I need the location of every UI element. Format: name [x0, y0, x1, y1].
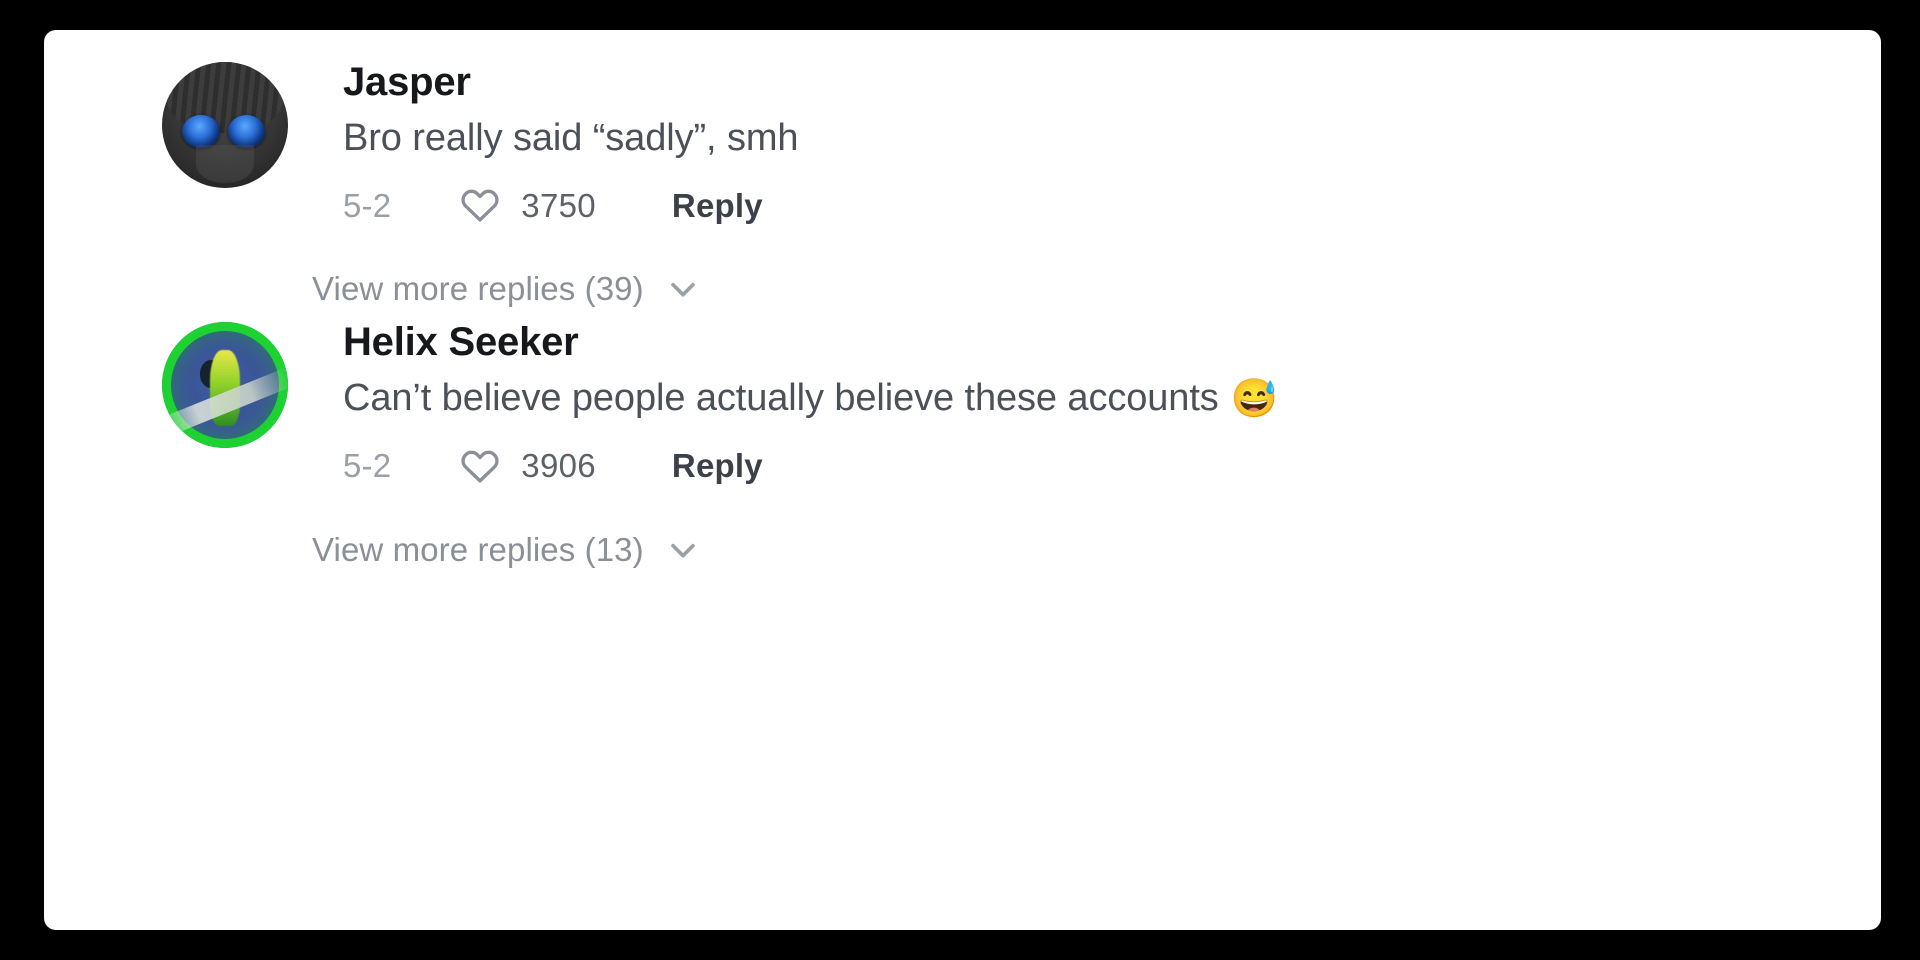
like-count: 3750	[521, 186, 596, 224]
reply-button[interactable]: Reply	[672, 449, 763, 482]
comment-username[interactable]: Jasper	[343, 58, 1881, 107]
like-button[interactable]: 3906	[459, 445, 596, 487]
comment-list-panel: Jasper Bro really said “sadly”, smh 5-2 …	[44, 30, 1881, 930]
like-count: 3906	[521, 447, 596, 485]
view-more-replies-button[interactable]: View more replies (13)	[44, 531, 1881, 569]
comment-date: 5-2	[343, 186, 392, 224]
chevron-down-icon	[666, 533, 700, 567]
avatar[interactable]	[162, 62, 288, 188]
view-more-replies-button[interactable]: View more replies (39)	[44, 270, 1881, 308]
comment-meta-row: 5-2 3750 Reply	[343, 184, 1881, 226]
view-more-replies-label: View more replies (39)	[312, 270, 644, 308]
comment-username[interactable]: Helix Seeker	[343, 318, 1881, 367]
avatar-art-eye-left	[182, 114, 220, 148]
view-more-replies-label: View more replies (13)	[312, 530, 644, 568]
heart-icon	[459, 184, 501, 226]
comment-text-row: Can’t believe people actually believe th…	[343, 375, 1881, 423]
screen-root: Jasper Bro really said “sadly”, smh 5-2 …	[0, 0, 1920, 960]
like-button[interactable]: 3750	[459, 184, 596, 226]
avatar-art-chin	[196, 145, 254, 183]
comment-emoji: 😅	[1230, 377, 1278, 420]
avatar-art-eye-right	[227, 114, 266, 148]
comment-item: Jasper Bro really said “sadly”, smh 5-2 …	[44, 56, 1881, 226]
comment-text: Bro really said “sadly”, smh	[343, 116, 799, 159]
chevron-down-icon	[666, 272, 700, 306]
comment-meta-row: 5-2 3906 Reply	[343, 445, 1881, 487]
comment-date: 5-2	[343, 447, 392, 485]
comment-item: Helix Seeker Can’t believe people actual…	[44, 316, 1881, 486]
comment-text-row: Bro really said “sadly”, smh	[343, 115, 1881, 163]
avatar[interactable]	[162, 322, 288, 449]
heart-icon	[459, 445, 501, 487]
comment-text: Can’t believe people actually believe th…	[343, 377, 1219, 420]
comment-body: Helix Seeker Can’t believe people actual…	[288, 316, 1881, 486]
reply-button[interactable]: Reply	[672, 189, 763, 222]
comment-body: Jasper Bro really said “sadly”, smh 5-2 …	[288, 56, 1881, 226]
